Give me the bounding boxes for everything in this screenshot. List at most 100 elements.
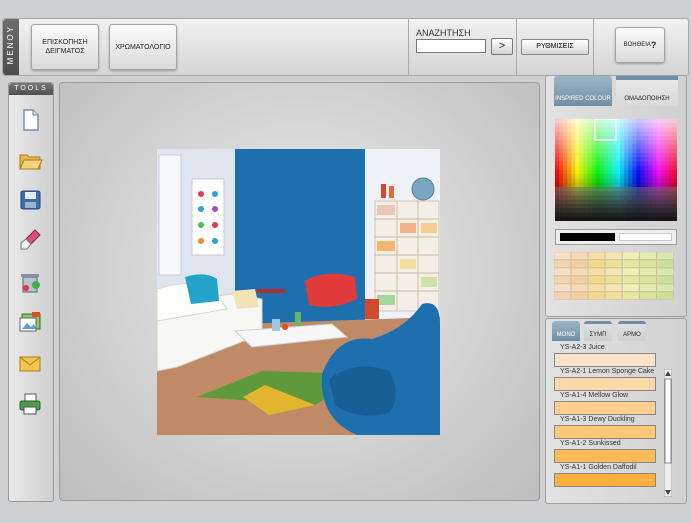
spectrum-cell[interactable] bbox=[672, 170, 677, 175]
spectrum-cell[interactable] bbox=[575, 161, 580, 167]
menu-tab[interactable]: MENOY bbox=[3, 19, 19, 75]
spectrum-cell[interactable] bbox=[595, 216, 601, 221]
spectrum-cell[interactable] bbox=[555, 161, 560, 167]
spectrum-cell[interactable] bbox=[632, 144, 637, 150]
spectrum-cell[interactable] bbox=[567, 153, 572, 158]
spectrum-cell[interactable] bbox=[587, 170, 592, 175]
spectrum-cell[interactable] bbox=[656, 208, 662, 213]
spectrum-cell[interactable] bbox=[559, 187, 564, 192]
spectrum-cell[interactable] bbox=[563, 153, 568, 158]
spectrum-cell[interactable] bbox=[603, 148, 609, 154]
spectrum-cell[interactable] bbox=[583, 204, 588, 209]
spectrum-cell[interactable] bbox=[616, 208, 621, 213]
color-chip[interactable] bbox=[554, 449, 656, 463]
spectrum-cell[interactable] bbox=[624, 140, 629, 145]
spectrum-cell[interactable] bbox=[668, 174, 674, 179]
spectrum-cell[interactable] bbox=[559, 136, 564, 141]
spectrum-cell[interactable] bbox=[644, 136, 649, 141]
spectrum-cell[interactable] bbox=[563, 165, 568, 171]
swatch-cell[interactable] bbox=[554, 275, 571, 284]
spectrum-cell[interactable] bbox=[636, 208, 641, 213]
swatch-cell[interactable] bbox=[639, 283, 657, 292]
spectrum-cell[interactable] bbox=[636, 187, 641, 192]
spectrum-cell[interactable] bbox=[628, 127, 633, 133]
spectrum-cell[interactable] bbox=[595, 212, 601, 218]
spectrum-cell[interactable] bbox=[628, 161, 633, 167]
spectrum-cell[interactable] bbox=[571, 131, 576, 137]
spectrum-cell[interactable] bbox=[624, 123, 629, 128]
spectrum-cell[interactable] bbox=[644, 157, 649, 162]
spectrum-cell[interactable] bbox=[628, 157, 633, 162]
spectrum-cell[interactable] bbox=[563, 148, 568, 154]
spectrum-cell[interactable] bbox=[632, 204, 637, 209]
spectrum-cell[interactable] bbox=[583, 144, 588, 150]
spectrum-cell[interactable] bbox=[575, 182, 580, 188]
spectrum-cell[interactable] bbox=[632, 199, 637, 205]
spectrum-cell[interactable] bbox=[559, 157, 564, 162]
spectrum-cell[interactable] bbox=[644, 174, 649, 179]
spectrum-cell[interactable] bbox=[644, 199, 649, 205]
swatch-cell[interactable] bbox=[622, 283, 640, 292]
spectrum-cell[interactable] bbox=[672, 127, 677, 133]
spectrum-cell[interactable] bbox=[624, 216, 629, 221]
spectrum-cell[interactable] bbox=[555, 131, 560, 137]
spectrum-cell[interactable] bbox=[656, 136, 662, 141]
spectrum-cell[interactable] bbox=[640, 187, 645, 192]
spectrum-cell[interactable] bbox=[583, 123, 588, 128]
spectrum-cell[interactable] bbox=[591, 165, 596, 171]
spectrum-cell[interactable] bbox=[575, 208, 580, 213]
spectrum-cell[interactable] bbox=[620, 127, 625, 133]
spectrum-cell[interactable] bbox=[628, 208, 633, 213]
spectrum-cell[interactable] bbox=[616, 165, 621, 171]
spectrum-cell[interactable] bbox=[632, 123, 637, 128]
spectrum-cell[interactable] bbox=[668, 153, 674, 158]
spectrum-cell[interactable] bbox=[640, 170, 645, 175]
spectrum-cell[interactable] bbox=[640, 119, 645, 124]
spectrum-cell[interactable] bbox=[668, 195, 674, 201]
spectrum-cell[interactable] bbox=[587, 216, 592, 221]
paint-brush-icon[interactable] bbox=[16, 227, 44, 253]
spectrum-cell[interactable] bbox=[640, 131, 645, 137]
spectrum-cell[interactable] bbox=[624, 174, 629, 179]
spectrum-cell[interactable] bbox=[603, 208, 609, 213]
spectrum-cell[interactable] bbox=[611, 178, 617, 184]
spectrum-cell[interactable] bbox=[640, 157, 645, 162]
spectrum-cell[interactable] bbox=[571, 204, 576, 209]
spectrum-cell[interactable] bbox=[616, 140, 621, 145]
spectrum-cell[interactable] bbox=[624, 131, 629, 137]
spectrum-cell[interactable] bbox=[624, 182, 629, 188]
spectrum-cell[interactable] bbox=[672, 157, 677, 162]
spectrum-cell[interactable] bbox=[652, 204, 657, 209]
spectrum-cell[interactable] bbox=[672, 187, 677, 192]
spectrum-cell[interactable] bbox=[583, 208, 588, 213]
spectrum-cell[interactable] bbox=[583, 127, 588, 133]
spectrum-cell[interactable] bbox=[660, 148, 666, 154]
spectrum-cell[interactable] bbox=[579, 170, 584, 175]
spectrum-cell[interactable] bbox=[579, 204, 584, 209]
spectrum-cell[interactable] bbox=[607, 161, 613, 167]
swatch-cell[interactable] bbox=[605, 275, 623, 284]
spectrum-cell[interactable] bbox=[555, 157, 560, 162]
spectrum-cell[interactable] bbox=[599, 148, 605, 154]
spectrum-cell[interactable] bbox=[652, 131, 657, 137]
spectrum-cell[interactable] bbox=[620, 187, 625, 192]
spectrum-cell[interactable] bbox=[660, 182, 666, 188]
spectrum-cell[interactable] bbox=[636, 195, 641, 201]
spectrum-cell[interactable] bbox=[672, 182, 677, 188]
spectrum-cell[interactable] bbox=[620, 212, 625, 218]
swatch-cell[interactable] bbox=[639, 291, 657, 300]
spectrum-cell[interactable] bbox=[595, 148, 601, 154]
spectrum-cell[interactable] bbox=[559, 119, 564, 124]
spectrum-cell[interactable] bbox=[648, 199, 653, 205]
spectrum-cell[interactable] bbox=[579, 191, 584, 196]
spectrum-cell[interactable] bbox=[579, 178, 584, 184]
spectrum-cell[interactable] bbox=[636, 144, 641, 150]
spectrum-cell[interactable] bbox=[644, 212, 649, 218]
spectrum-cell[interactable] bbox=[672, 191, 677, 196]
spectrum-cell[interactable] bbox=[664, 212, 670, 218]
spectrum-cell[interactable] bbox=[607, 195, 613, 201]
spectrum-cell[interactable] bbox=[640, 191, 645, 196]
spectrum-cell[interactable] bbox=[616, 182, 621, 188]
spectrum-cell[interactable] bbox=[591, 199, 596, 205]
spectrum-cell[interactable] bbox=[632, 119, 637, 124]
